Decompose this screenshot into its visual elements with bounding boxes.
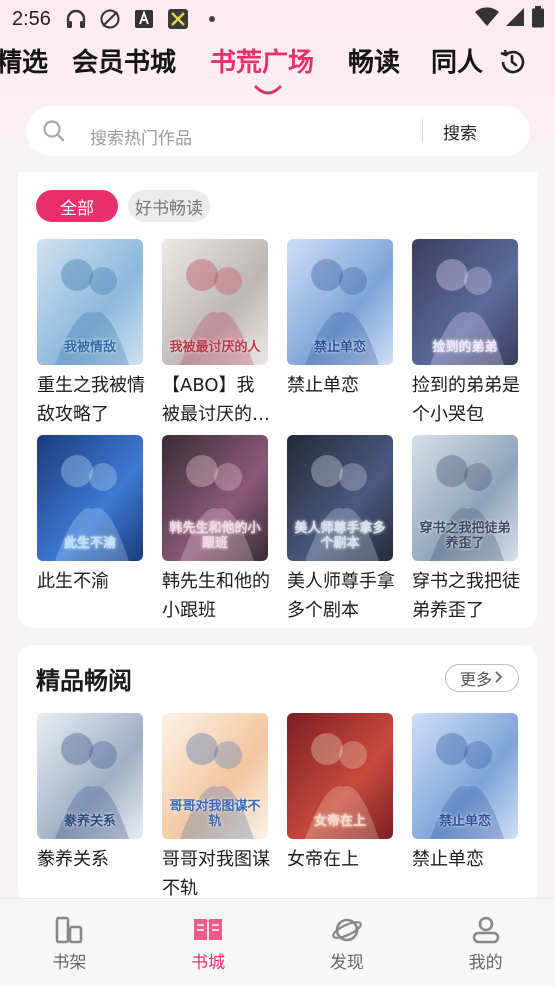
cover-title-art: 我被情敌: [63, 340, 116, 355]
book-title[interactable]: 捡到的弟弟是个小哭包: [412, 371, 522, 429]
book-item[interactable]: 我被最讨厌的人【ABO】我被最讨厌的人...: [162, 239, 268, 429]
book-title[interactable]: 重生之我被情敌攻略了: [37, 371, 147, 429]
chevron-right-icon: [494, 669, 504, 688]
cover-title-art: 此生不渝: [63, 536, 116, 551]
book-item[interactable]: 哥哥对我图谋不轨 哥哥对我图谋不轨: [162, 713, 270, 903]
dot-icon: [201, 8, 223, 30]
tab-featured[interactable]: 精选: [0, 42, 48, 79]
book-item[interactable]: 我被情敌重生之我被情敌攻略了: [37, 239, 145, 429]
history-icon[interactable]: [497, 47, 527, 77]
cover-title-art: 我被最讨厌的人: [169, 340, 261, 355]
book-item[interactable]: 捡到的弟弟捡到的弟弟是个小哭包: [412, 239, 520, 429]
nav-bookshelf[interactable]: 书架: [0, 899, 139, 986]
book-title[interactable]: 禁止单恋: [412, 845, 522, 874]
book-title[interactable]: 哥哥对我图谋不轨: [162, 845, 272, 903]
book-title[interactable]: 禁止单恋: [287, 371, 397, 400]
book-cover-image[interactable]: 韩先生和他的小跟班: [162, 435, 268, 561]
book-open-icon: [192, 915, 224, 945]
book-cover-image[interactable]: 美人师尊手拿多个剧本: [287, 435, 393, 561]
more-button[interactable]: 更多: [445, 664, 519, 692]
wifi-icon: [475, 6, 499, 32]
book-title[interactable]: 女帝在上: [287, 845, 397, 874]
cover-title-art: 禁止单恋: [438, 814, 491, 829]
search-button[interactable]: 搜索: [443, 119, 477, 144]
book-item[interactable]: 韩先生和他的小跟班 韩先生和他的小跟班: [162, 435, 270, 625]
nav-bookstore[interactable]: 书城: [139, 899, 278, 986]
status-bar: 2:56: [0, 0, 555, 38]
book-cover-image[interactable]: 我被最讨厌的人: [162, 239, 268, 365]
book-cover-image[interactable]: 禁止单恋: [287, 239, 393, 365]
book-title[interactable]: 【ABO】我被最讨厌的人...: [162, 371, 272, 429]
premium-section-card: 精品畅阅 更多 豢养关系 豢养关系 哥哥对我图谋不轨 哥哥对我图谋不轨 女帝在上 女帝…: [18, 645, 537, 905]
cover-title-art: 豢养关系: [63, 814, 116, 829]
search-input[interactable]: [90, 129, 420, 149]
book-cover-image[interactable]: 此生不渝: [37, 435, 143, 561]
book-cover-image[interactable]: 穿书之我把徒弟养歪了: [412, 435, 518, 561]
signal-icon: [505, 7, 525, 32]
profile-icon: [470, 915, 502, 945]
book-item[interactable]: 此生不渝 此生不渝: [37, 435, 143, 596]
chip-all[interactable]: 全部: [36, 190, 118, 222]
book-cover-image[interactable]: 豢养关系: [37, 713, 143, 839]
cover-title-art: 穿书之我把徒弟养歪了: [419, 521, 511, 551]
nav-profile[interactable]: 我的: [416, 899, 555, 986]
book-item[interactable]: 美人师尊手拿多个剧本 美人师尊手拿多个剧本: [287, 435, 395, 625]
book-cover-image[interactable]: 我被情敌: [37, 239, 143, 365]
book-title[interactable]: 穿书之我把徒弟养歪了: [412, 567, 522, 625]
book-title[interactable]: 美人师尊手拿多个剧本: [287, 567, 397, 625]
book-item[interactable]: 禁止单恋 禁止单恋: [412, 713, 518, 874]
cover-title-art: 禁止单恋: [313, 340, 366, 355]
book-cover-image[interactable]: 禁止单恋: [412, 713, 518, 839]
nav-discover[interactable]: 发现: [278, 899, 417, 986]
book-cover-image[interactable]: 哥哥对我图谋不轨: [162, 713, 268, 839]
bottom-navigation: 书架 书城 发现 我的: [0, 898, 555, 986]
book-plaza-card: 全部 好书畅读 我被情敌 重生之我被情敌攻略了 我被最讨厌的人 【ABO】我被最讨厌…: [18, 172, 537, 628]
book-item[interactable]: 禁止单恋 禁止单恋: [287, 239, 393, 400]
tab-book-plaza[interactable]: 书荒广场: [210, 42, 314, 79]
cover-title-art: 哥哥对我图谋不轨: [169, 799, 261, 829]
battery-icon: [531, 5, 545, 33]
book-title[interactable]: 韩先生和他的小跟班: [162, 567, 272, 625]
nav-label: 发现: [329, 953, 364, 973]
tab-fanfiction[interactable]: 同人: [431, 42, 483, 79]
discover-planet-icon: [331, 915, 363, 945]
search-divider: [422, 119, 423, 143]
nav-label: 书架: [52, 953, 87, 973]
bookshelf-icon: [53, 915, 85, 945]
nav-label: 书城: [191, 953, 226, 973]
nav-label: 我的: [468, 953, 503, 973]
book-item[interactable]: 豢养关系 豢养关系: [37, 713, 143, 874]
book-title[interactable]: 此生不渝: [37, 567, 147, 596]
search-bar[interactable]: 搜索: [26, 106, 530, 156]
headphones-icon: [65, 8, 87, 30]
book-title[interactable]: 豢养关系: [37, 845, 147, 874]
book-item[interactable]: 穿书之我把徒弟养歪了 穿书之我把徒弟养歪了: [412, 435, 520, 625]
more-label: 更多: [459, 670, 492, 689]
app-a-icon: [133, 8, 155, 30]
no-sync-icon: [99, 8, 121, 30]
status-time: 2:56: [12, 7, 51, 30]
active-tab-indicator: [254, 80, 282, 95]
chip-good-books[interactable]: 好书畅读: [128, 190, 210, 222]
section-title: 精品畅阅: [36, 667, 132, 695]
tab-free-read[interactable]: 畅读: [348, 42, 400, 79]
cover-title-art: 美人师尊手拿多个剧本: [294, 521, 386, 551]
tab-vip-bookstore[interactable]: 会员书城: [72, 42, 176, 79]
cover-title-art: 女帝在上: [313, 814, 366, 829]
book-cover-image[interactable]: 捡到的弟弟: [412, 239, 518, 365]
book-item[interactable]: 女帝在上 女帝在上: [287, 713, 393, 874]
app-tool-icon: [167, 8, 189, 30]
cover-title-art: 韩先生和他的小跟班: [169, 521, 261, 551]
book-cover-image[interactable]: 女帝在上: [287, 713, 393, 839]
cover-title-art: 捡到的弟弟: [432, 340, 498, 355]
search-icon: [42, 119, 66, 143]
